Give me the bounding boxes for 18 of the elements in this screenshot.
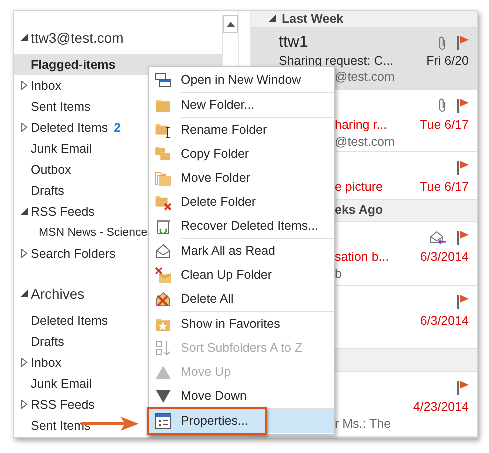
message-subject: sation b... — [335, 250, 390, 264]
message-date: 6/3/2014 — [420, 250, 469, 264]
message-sender: ttw1 — [279, 34, 308, 52]
message-preview: @test.com — [335, 70, 395, 84]
message-date: 6/3/2014 — [420, 314, 469, 328]
message-subject: haring r... — [335, 118, 388, 132]
message-subject: e picture — [335, 180, 383, 194]
message-subject: Sharing request: C... — [279, 54, 394, 68]
group-label: eks Ago — [335, 203, 384, 218]
message-date: Tue 6/17 — [420, 118, 469, 132]
message-date: Tue 6/17 — [420, 180, 469, 194]
group-label: Last Week — [282, 12, 344, 26]
message-date: 4/23/2014 — [413, 400, 469, 414]
message-preview: r Ms.: The — [335, 417, 392, 432]
unread-count: 2 — [114, 120, 122, 134]
message-date: Fri 6/20 — [426, 54, 469, 68]
message-preview: b — [335, 266, 342, 281]
message-preview: @test.com — [335, 134, 395, 149]
